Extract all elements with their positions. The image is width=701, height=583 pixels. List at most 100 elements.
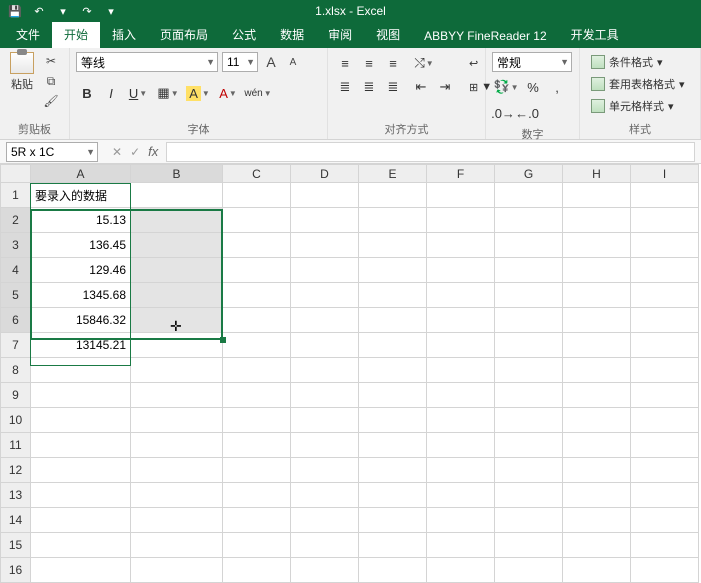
qat-more-icon[interactable]: ▾	[102, 2, 120, 20]
row-header[interactable]: 2	[1, 208, 31, 233]
undo-icon[interactable]: ↶	[30, 2, 48, 20]
bold-button[interactable]: B	[76, 82, 98, 104]
increase-font-icon[interactable]: A	[262, 54, 280, 70]
tab-abbyy[interactable]: ABBYY FineReader 12	[412, 24, 559, 48]
worksheet[interactable]: A B C D E F G H I 1要录入的数据 215.13 3136.45…	[0, 164, 701, 583]
row-header[interactable]: 4	[1, 258, 31, 283]
font-color-button[interactable]: A▼	[214, 82, 242, 104]
indent-decrease-icon[interactable]: ⇤	[410, 76, 432, 98]
conditional-format-button[interactable]: 条件格式▾	[586, 52, 690, 72]
cell-B5[interactable]	[131, 283, 223, 308]
tab-data[interactable]: 数据	[268, 21, 316, 48]
comma-button[interactable]: ,	[546, 76, 568, 98]
row-header[interactable]: 8	[1, 358, 31, 383]
decrease-decimal-icon[interactable]: ←.0	[516, 102, 538, 124]
copy-icon[interactable]: ⧉	[42, 72, 60, 90]
italic-button[interactable]: I	[100, 82, 122, 104]
row-header[interactable]: 9	[1, 383, 31, 408]
cut-icon[interactable]: ✂	[42, 52, 60, 70]
col-header-I[interactable]: I	[631, 165, 699, 183]
format-table-button[interactable]: 套用表格格式▾	[586, 74, 690, 94]
increase-decimal-icon[interactable]: .0→	[492, 102, 514, 124]
col-header-C[interactable]: C	[223, 165, 291, 183]
row-header[interactable]: 1	[1, 183, 31, 208]
col-header-D[interactable]: D	[291, 165, 359, 183]
border-button[interactable]: ▦▼	[154, 82, 182, 104]
grid[interactable]: A B C D E F G H I 1要录入的数据 215.13 3136.45…	[0, 164, 699, 583]
cell-B4[interactable]	[131, 258, 223, 283]
row-header[interactable]: 7	[1, 333, 31, 358]
save-icon[interactable]: 💾	[6, 2, 24, 20]
cell-styles-button[interactable]: 单元格样式▾	[586, 96, 690, 116]
select-all-corner[interactable]	[1, 165, 31, 183]
cell-A7[interactable]: 13145.21	[31, 333, 131, 358]
col-header-A[interactable]: A	[31, 165, 131, 183]
row-header[interactable]: 16	[1, 558, 31, 583]
tab-home[interactable]: 开始	[52, 21, 100, 48]
undo-more-icon[interactable]: ▾	[54, 2, 72, 20]
align-left-icon[interactable]: ≣	[334, 76, 356, 98]
format-painter-icon[interactable]: 🖌	[42, 92, 60, 110]
tab-formulas[interactable]: 公式	[220, 21, 268, 48]
indent-increase-icon[interactable]: ⇥	[434, 76, 456, 98]
col-header-H[interactable]: H	[563, 165, 631, 183]
formula-input[interactable]	[166, 142, 695, 162]
row-header[interactable]: 10	[1, 408, 31, 433]
row-header[interactable]: 13	[1, 483, 31, 508]
paste-button[interactable]: 粘贴	[6, 52, 38, 92]
align-middle-icon[interactable]: ≡	[358, 52, 380, 74]
row-header[interactable]: 5	[1, 283, 31, 308]
fill-color-button[interactable]: A▼	[184, 82, 212, 104]
enter-icon[interactable]: ✓	[130, 145, 140, 159]
tab-dev[interactable]: 开发工具	[559, 21, 631, 48]
cell-B6[interactable]	[131, 308, 223, 333]
accounting-format-button[interactable]: 💱▼	[492, 76, 520, 98]
orientation-button[interactable]: ⤭▼	[410, 52, 438, 74]
cell-B1[interactable]	[131, 183, 223, 208]
align-right-icon[interactable]: ≣	[382, 76, 404, 98]
row-header[interactable]: 6	[1, 308, 31, 333]
row-header[interactable]: 14	[1, 508, 31, 533]
number-group-label: 数字	[492, 124, 573, 142]
cell-B7[interactable]	[131, 333, 223, 358]
col-header-G[interactable]: G	[495, 165, 563, 183]
col-header-F[interactable]: F	[427, 165, 495, 183]
row-header[interactable]: 15	[1, 533, 31, 558]
cell-A5[interactable]: 1345.68	[31, 283, 131, 308]
align-top-icon[interactable]: ≡	[334, 52, 356, 74]
row-header[interactable]: 3	[1, 233, 31, 258]
row-header[interactable]: 11	[1, 433, 31, 458]
group-number: 常规▼ 💱▼ % , .0→ ←.0 数字	[486, 48, 580, 139]
col-header-E[interactable]: E	[359, 165, 427, 183]
cell-A1[interactable]: 要录入的数据	[31, 183, 131, 208]
tab-file[interactable]: 文件	[4, 21, 52, 48]
col-header-B[interactable]: B	[131, 165, 223, 183]
name-box[interactable]: 5R x 1C▼	[6, 142, 98, 162]
cancel-icon[interactable]: ✕	[112, 145, 122, 159]
align-center-icon[interactable]: ≣	[358, 76, 380, 98]
cell-B3[interactable]	[131, 233, 223, 258]
decrease-font-icon[interactable]: A	[284, 57, 302, 68]
percent-button[interactable]: %	[522, 76, 544, 98]
tab-view[interactable]: 视图	[364, 21, 412, 48]
cell-A3[interactable]: 136.45	[31, 233, 131, 258]
fx-icon[interactable]: fx	[148, 144, 158, 159]
font-name-combo[interactable]: 等线▼	[76, 52, 218, 72]
row-header[interactable]: 12	[1, 458, 31, 483]
group-font: 等线▼ 11▼ A A B I U▼ ▦▼ A▼ A▼ wén▼ 字体	[70, 48, 328, 139]
number-format-combo[interactable]: 常规▼	[492, 52, 572, 72]
tab-pagelayout[interactable]: 页面布局	[148, 21, 220, 48]
cell-A6[interactable]: 15846.32	[31, 308, 131, 333]
fill-handle[interactable]	[220, 337, 226, 343]
phonetic-button[interactable]: wén▼	[244, 82, 272, 104]
group-styles: 条件格式▾ 套用表格格式▾ 单元格样式▾ 样式	[580, 48, 701, 139]
cell-B2[interactable]	[131, 208, 223, 233]
font-size-combo[interactable]: 11▼	[222, 52, 258, 72]
tab-insert[interactable]: 插入	[100, 21, 148, 48]
align-bottom-icon[interactable]: ≡	[382, 52, 404, 74]
cell-A2[interactable]: 15.13	[31, 208, 131, 233]
underline-button[interactable]: U▼	[124, 82, 152, 104]
tab-review[interactable]: 审阅	[316, 21, 364, 48]
cell-A4[interactable]: 129.46	[31, 258, 131, 283]
redo-icon[interactable]: ↷	[78, 2, 96, 20]
